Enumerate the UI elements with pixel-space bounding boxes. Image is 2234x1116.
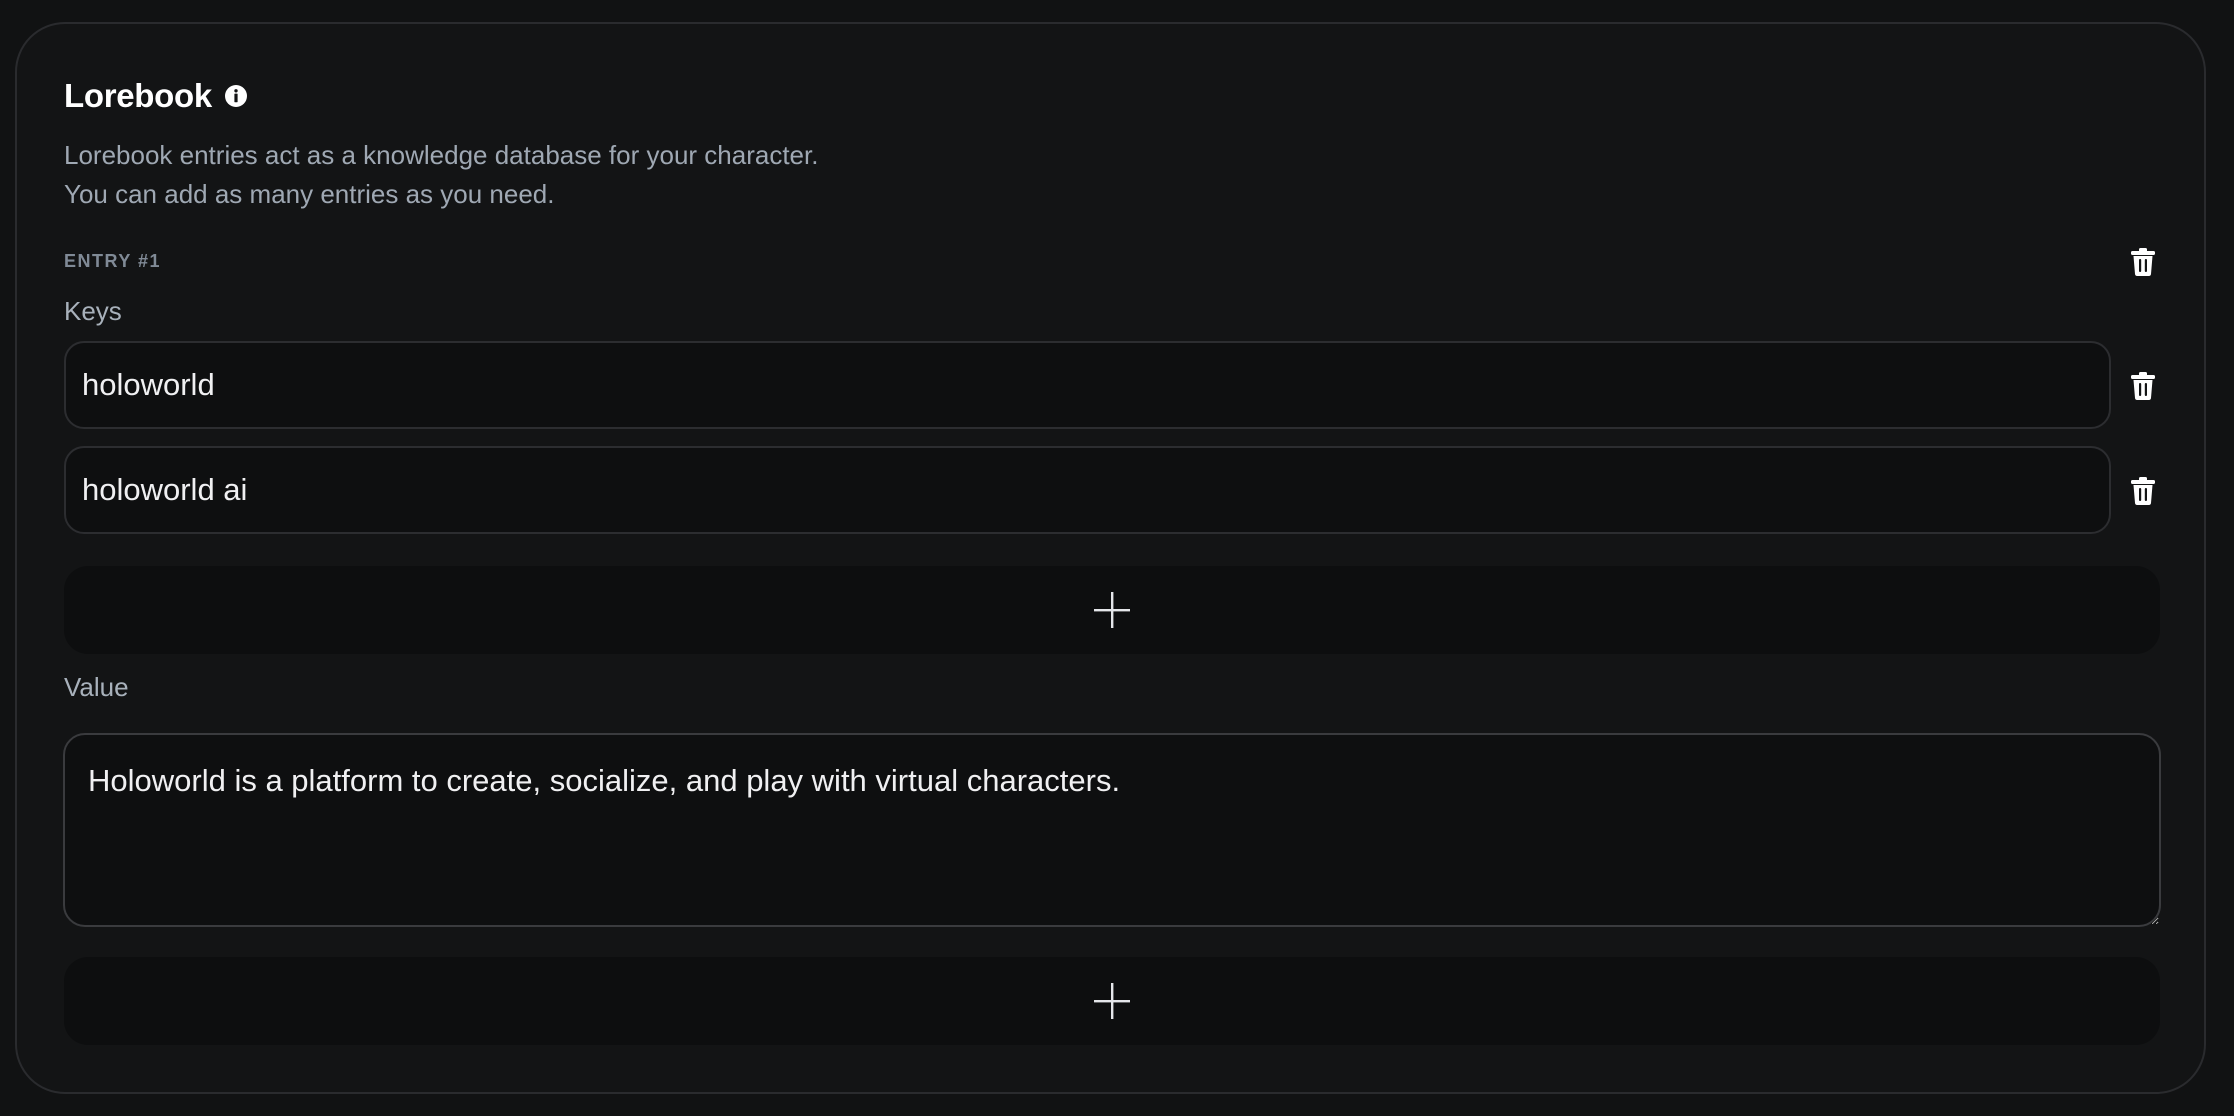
description-line-1: Lorebook entries act as a knowledge data… <box>64 140 819 170</box>
plus-icon <box>1094 983 1130 1019</box>
delete-key-1-button[interactable] <box>2130 371 2156 401</box>
trash-icon <box>2131 372 2155 400</box>
plus-icon <box>1094 592 1130 628</box>
delete-key-2-button[interactable] <box>2130 476 2156 506</box>
info-icon[interactable] <box>224 84 248 108</box>
value-textarea[interactable]: Holoworld is a platform to create, socia… <box>63 733 2161 927</box>
entry-label: ENTRY #1 <box>64 251 162 271</box>
add-entry-button[interactable] <box>64 957 2160 1045</box>
key-input-2[interactable] <box>64 446 2111 534</box>
key-input-1[interactable] <box>64 341 2111 429</box>
add-key-button[interactable] <box>64 566 2160 654</box>
lorebook-header: Lorebook <box>64 74 248 118</box>
lorebook-description: Lorebook entries act as a knowledge data… <box>64 136 818 214</box>
value-label: Value <box>64 672 129 702</box>
keys-label: Keys <box>64 296 122 326</box>
trash-icon <box>2131 248 2155 276</box>
description-line-2: You can add as many entries as you need. <box>64 179 555 209</box>
page-title: Lorebook <box>64 77 212 114</box>
delete-entry-button[interactable] <box>2130 247 2156 277</box>
trash-icon <box>2131 477 2155 505</box>
